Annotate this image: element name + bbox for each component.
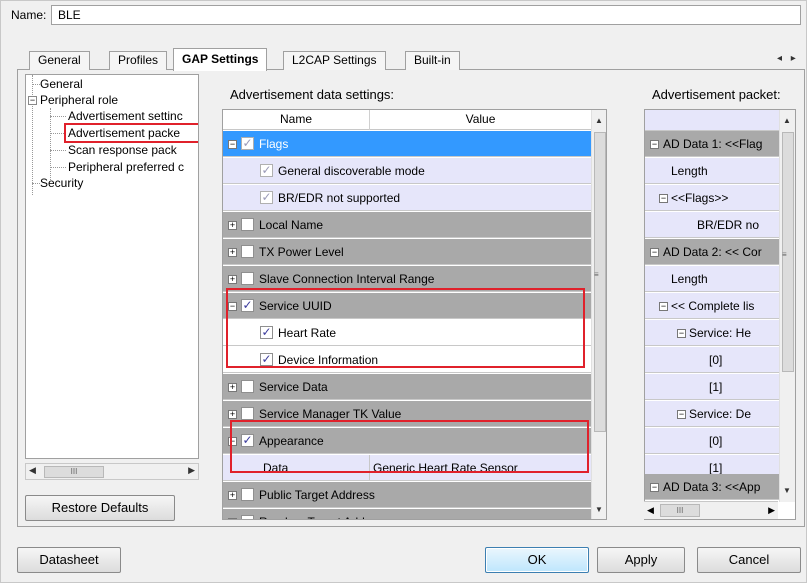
grip-icon: ≡ (594, 270, 599, 279)
collapse-icon[interactable]: − (659, 302, 668, 311)
scroll-thumb[interactable] (594, 132, 606, 432)
checkbox[interactable]: ✓ (260, 164, 273, 177)
grid-row-bredr-not-supported[interactable]: ✓ BR/EDR not supported (223, 185, 591, 211)
packet-row[interactable]: BR/EDR no (645, 212, 779, 238)
packet-row[interactable]: − AD Data 1: <<Flag (645, 131, 779, 157)
expand-icon[interactable]: + (228, 275, 237, 284)
packet-row[interactable]: − Service: De (645, 401, 779, 427)
highlight-box (230, 420, 589, 473)
packet-row[interactable]: − Service: He (645, 320, 779, 346)
tree-item-security[interactable]: Security (40, 175, 83, 191)
collapse-icon[interactable]: − (650, 248, 659, 257)
highlight-box (226, 288, 585, 368)
adv-packet-tree: − AD Data 1: <<Flag Length − <<Flags>> B… (644, 109, 796, 520)
grid-header: Name Value (223, 110, 606, 130)
checkbox[interactable] (241, 488, 254, 501)
tab-built-in[interactable]: Built-in (405, 51, 460, 70)
tree-item-peripheral-preferred[interactable]: Peripheral preferred c (68, 159, 184, 175)
packet-row[interactable]: − AD Data 2: << Cor (645, 239, 779, 265)
scroll-left-icon[interactable]: ◀ (647, 505, 654, 516)
grid-row-flags[interactable]: − ✓ Flags (223, 131, 591, 157)
packet-row[interactable]: − <<Flags>> (645, 185, 779, 211)
tree-item-scan-response-packet[interactable]: Scan response pack (68, 142, 177, 158)
grid-row-local-name[interactable]: + Local Name (223, 212, 591, 238)
checkbox[interactable] (241, 245, 254, 258)
tree-item-peripheral-role[interactable]: Peripheral role (40, 92, 118, 108)
scroll-thumb[interactable]: III (44, 466, 104, 478)
checkbox[interactable] (241, 515, 254, 519)
grid-row-general-discoverable[interactable]: ✓ General discoverable mode (223, 158, 591, 184)
packet-row[interactable]: [0] (645, 347, 779, 373)
packet-row[interactable]: − << Complete lis (645, 293, 779, 319)
expand-icon[interactable]: + (228, 410, 237, 419)
tab-gap-settings[interactable]: GAP Settings (173, 48, 268, 71)
tree-horizontal-scrollbar[interactable]: ◀ III ▶ (25, 463, 199, 480)
tree-item-advertisement-settings[interactable]: Advertisement settinc (68, 108, 183, 124)
grid-row-service-data[interactable]: + Service Data (223, 374, 591, 400)
name-label: Name: (11, 8, 47, 22)
checkbox[interactable]: ✓ (260, 191, 273, 204)
expand-icon[interactable]: + (228, 383, 237, 392)
packet-row[interactable]: [1] (645, 374, 779, 400)
name-field[interactable]: BLE (51, 5, 801, 25)
restore-defaults-button[interactable]: Restore Defaults (25, 495, 175, 521)
collapse-icon[interactable]: − (650, 140, 659, 149)
gap-settings-dialog: Name: BLE General Profiles GAP Settings … (0, 0, 807, 583)
tab-general[interactable]: General (29, 51, 90, 70)
collapse-icon[interactable]: − (28, 96, 37, 105)
tab-scroll-arrows[interactable]: ◂ ▸ (777, 53, 799, 64)
grid-row-tx-power-level[interactable]: + TX Power Level (223, 239, 591, 265)
scroll-right-icon[interactable]: ▶ (768, 505, 775, 516)
datasheet-button[interactable]: Datasheet (17, 547, 121, 573)
grid-vertical-scrollbar[interactable]: ▲ ≡ ▼ (591, 110, 606, 519)
collapse-icon[interactable]: − (228, 140, 237, 149)
packet-row[interactable]: − AD Data 3: <<App (645, 474, 779, 500)
packet-vertical-scrollbar[interactable]: ▲ ≡ ▼ (779, 110, 795, 502)
scroll-down-icon[interactable]: ▼ (595, 505, 603, 514)
expand-icon[interactable]: + (228, 518, 237, 519)
checkbox[interactable]: ✓ (241, 137, 254, 150)
expand-icon[interactable]: + (228, 221, 237, 230)
grid-row-public-target-address[interactable]: + Public Target Address (223, 482, 591, 508)
tab-profiles[interactable]: Profiles (109, 51, 168, 70)
collapse-icon[interactable]: − (677, 329, 686, 338)
packet-row[interactable]: Length (645, 266, 779, 292)
scroll-thumb[interactable]: III (660, 504, 700, 517)
highlight-box (64, 123, 198, 143)
packet-horizontal-scrollbar[interactable]: ◀ III ▶ (644, 501, 778, 519)
checkbox[interactable] (241, 218, 254, 231)
checkbox[interactable] (241, 272, 254, 285)
column-value[interactable]: Value (370, 112, 591, 126)
adv-data-title: Advertisement data settings: (230, 87, 395, 102)
scroll-right-icon[interactable]: ▶ (188, 465, 195, 476)
grid-row-random-target-address[interactable]: + Random Target Address (223, 509, 591, 519)
checkbox[interactable] (241, 380, 254, 393)
collapse-icon[interactable]: − (659, 194, 668, 203)
expand-icon[interactable]: + (228, 248, 237, 257)
ok-button[interactable]: OK (485, 547, 589, 573)
packet-row[interactable]: [0] (645, 428, 779, 454)
scroll-up-icon[interactable]: ▲ (783, 116, 791, 125)
packet-row[interactable]: Length (645, 158, 779, 184)
tab-l2cap-settings[interactable]: L2CAP Settings (283, 51, 386, 70)
scroll-down-icon[interactable]: ▼ (783, 486, 791, 495)
cancel-button[interactable]: Cancel (697, 547, 801, 573)
checkbox[interactable] (241, 407, 254, 420)
expand-icon[interactable]: + (228, 491, 237, 500)
column-name[interactable]: Name (223, 112, 369, 126)
settings-tree: General − Peripheral role Advertisement … (25, 74, 199, 459)
collapse-icon[interactable]: − (650, 483, 659, 492)
apply-button[interactable]: Apply (597, 547, 685, 573)
scroll-up-icon[interactable]: ▲ (595, 116, 603, 125)
scroll-left-icon[interactable]: ◀ (29, 465, 36, 476)
tree-item-general[interactable]: General (40, 76, 83, 92)
collapse-icon[interactable]: − (677, 410, 686, 419)
grip-icon: ≡ (782, 250, 787, 259)
adv-packet-title: Advertisement packet: (652, 87, 781, 102)
